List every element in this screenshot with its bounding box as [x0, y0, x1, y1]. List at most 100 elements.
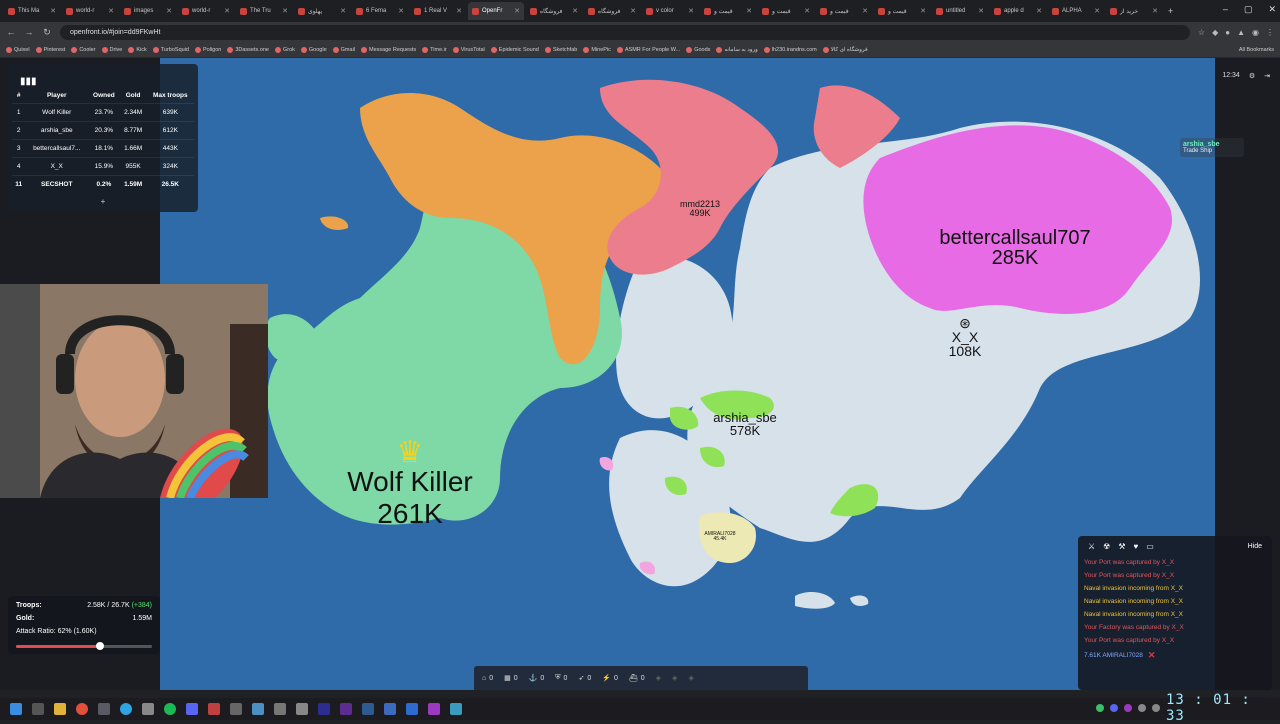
close-window-icon[interactable]: ✕: [1268, 4, 1276, 15]
bookmark-item[interactable]: 3Dassets.one: [227, 46, 269, 53]
close-tab-icon[interactable]: ✕: [108, 7, 114, 15]
close-tab-icon[interactable]: ✕: [572, 7, 578, 15]
menu-icon[interactable]: ⋮: [1266, 28, 1274, 37]
bookmark-item[interactable]: Goods: [686, 46, 710, 53]
app-icon[interactable]: [340, 703, 352, 715]
browser-tab[interactable]: فروشگاه ✕: [584, 2, 640, 20]
extension-icon[interactable]: ▲: [1237, 28, 1245, 37]
browser-tab[interactable]: The Tru ✕: [236, 2, 292, 20]
tray-icon[interactable]: [1110, 704, 1118, 712]
leaderboard-header[interactable]: #: [12, 88, 25, 104]
build-button[interactable]: ▦ 0: [504, 674, 518, 683]
browser-tab[interactable]: v color ✕: [642, 2, 698, 20]
nuke-filter-icon[interactable]: ☢: [1103, 542, 1110, 551]
telegram-icon[interactable]: [120, 703, 132, 715]
close-tab-icon[interactable]: ✕: [862, 7, 868, 15]
profile-icon[interactable]: ◉: [1252, 28, 1259, 37]
extension-icon[interactable]: ◆: [1212, 28, 1218, 37]
close-tab-icon[interactable]: ✕: [50, 7, 56, 15]
browser-tab[interactable]: پهلوی ✕: [294, 2, 350, 20]
bookmark-item[interactable]: Gmail: [332, 46, 355, 53]
event-message[interactable]: Naval invasion incoming from X_X: [1084, 598, 1266, 605]
browser-tab[interactable]: This Ma ✕: [4, 2, 60, 20]
app-icon[interactable]: [406, 703, 418, 715]
bookmark-item[interactable]: Time.ir: [422, 46, 447, 53]
leaderboard-header[interactable]: Owned: [88, 88, 119, 104]
star-icon[interactable]: ☆: [1198, 28, 1205, 37]
browser-tab[interactable]: قیمت و ✕: [874, 2, 930, 20]
close-tab-icon[interactable]: ✕: [1152, 7, 1158, 15]
bookmark-item[interactable]: Quixel: [6, 46, 30, 53]
discord-icon[interactable]: [186, 703, 198, 715]
close-tab-icon[interactable]: ✕: [166, 7, 172, 15]
bookmark-item[interactable]: TurboSquid: [152, 46, 189, 53]
app-icon[interactable]: [252, 703, 264, 715]
bookmark-item[interactable]: VirusTotal: [452, 46, 485, 53]
app-icon[interactable]: [274, 703, 286, 715]
browser-tab[interactable]: world-r ✕: [62, 2, 118, 20]
leaderboard-row[interactable]: 3 bettercallsaul7... 18.1% 1.66M 443K: [12, 139, 194, 158]
browser-tab[interactable]: apple d ✕: [990, 2, 1046, 20]
sword-filter-icon[interactable]: ⚔: [1088, 542, 1095, 551]
app-icon[interactable]: [450, 703, 462, 715]
app-icon[interactable]: [142, 703, 154, 715]
chrome-icon[interactable]: [76, 703, 88, 715]
mirv-icon[interactable]: ◈: [672, 674, 677, 682]
browser-tab[interactable]: images ✕: [120, 2, 176, 20]
event-message[interactable]: Naval invasion incoming from X_X: [1084, 585, 1266, 592]
cancel-attack-icon[interactable]: ✕: [1148, 650, 1156, 661]
hydrogen-bomb-icon[interactable]: ◈: [656, 674, 661, 682]
bookmark-item[interactable]: MinePic: [583, 46, 611, 53]
app-icon[interactable]: [318, 703, 330, 715]
bookmark-item[interactable]: Pinterest: [35, 46, 65, 53]
build-button[interactable]: ⛴ 0: [629, 674, 645, 683]
game-viewport[interactable]: ♛ Wolf Killer 261K bettercallsaul707 285…: [0, 58, 1280, 690]
attack-ratio-slider[interactable]: [16, 642, 152, 650]
build-filter-icon[interactable]: ⚒: [1118, 542, 1125, 551]
app-icon[interactable]: [98, 703, 110, 715]
browser-tab[interactable]: 1 Real V ✕: [410, 2, 466, 20]
chat-filter-icon[interactable]: ▭: [1146, 542, 1154, 551]
forward-icon[interactable]: →: [24, 27, 34, 37]
build-button[interactable]: ⚡ 0: [602, 674, 618, 683]
bookmark-item[interactable]: Poligon: [194, 46, 221, 53]
browser-tab[interactable]: untitled ✕: [932, 2, 988, 20]
leaderboard-header[interactable]: Max troops: [147, 88, 194, 104]
file-explorer-icon[interactable]: [54, 703, 66, 715]
tray-icon[interactable]: [1138, 704, 1146, 712]
close-tab-icon[interactable]: ✕: [804, 7, 810, 15]
warship-dim-icon[interactable]: ◈: [688, 674, 693, 682]
start-icon[interactable]: [10, 703, 22, 715]
bookmark-item[interactable]: Google: [300, 46, 327, 53]
bookmark-item[interactable]: فروشگاه ای کالا: [822, 46, 868, 53]
close-tab-icon[interactable]: ✕: [1094, 7, 1100, 15]
browser-tab[interactable]: قیمت و ✕: [758, 2, 814, 20]
app-icon[interactable]: [230, 703, 242, 715]
leaderboard-row[interactable]: 2 arshia_sbe 20.3% 8.77M 612K: [12, 121, 194, 140]
leaderboard-row[interactable]: 1 Wolf Killer 23.7% 2.34M 639K: [12, 103, 194, 122]
build-button[interactable]: ⛨ 0: [555, 674, 567, 682]
build-button[interactable]: ⌂ 0: [482, 675, 493, 682]
url-input[interactable]: openfront.io/#join=dd9FKwHt: [60, 24, 1190, 40]
close-tab-icon[interactable]: ✕: [514, 7, 520, 15]
bookmark-item[interactable]: ASMR For People W...: [616, 46, 680, 53]
exit-icon[interactable]: ⇥: [1264, 72, 1270, 80]
maximize-icon[interactable]: ▢: [1244, 4, 1253, 15]
leaderboard-row[interactable]: 4 X_X 15.9% 955K 324K: [12, 157, 194, 176]
close-tab-icon[interactable]: ✕: [978, 7, 984, 15]
leaderboard-header[interactable]: Player: [25, 88, 88, 104]
close-tab-icon[interactable]: ✕: [630, 7, 636, 15]
bookmark-item[interactable]: Epidemic Sound: [490, 46, 539, 53]
attack-ratio-handle[interactable]: [96, 642, 105, 650]
event-message[interactable]: Naval invasion incoming from X_X: [1084, 611, 1266, 618]
close-tab-icon[interactable]: ✕: [746, 7, 752, 15]
app-icon[interactable]: [362, 703, 374, 715]
event-message[interactable]: Your Factory was captured by X_X: [1084, 624, 1266, 631]
close-tab-icon[interactable]: ✕: [398, 7, 404, 15]
bookmark-item[interactable]: Sketchfab: [544, 46, 577, 53]
browser-tab[interactable]: فروشگاه ✕: [526, 2, 582, 20]
app-icon[interactable]: [384, 703, 396, 715]
settings-icon[interactable]: ⚙: [1249, 72, 1255, 80]
build-button[interactable]: ➶ 0: [578, 674, 591, 683]
browser-tab[interactable]: قیمت و ✕: [816, 2, 872, 20]
